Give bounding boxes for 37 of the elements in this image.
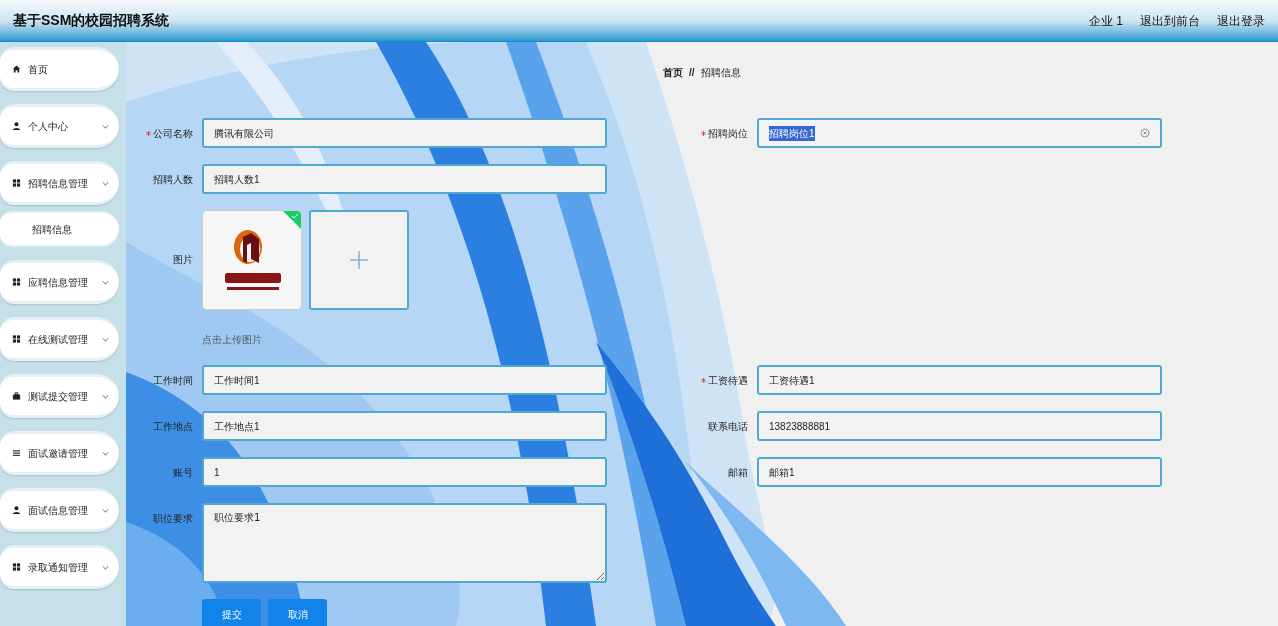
grid-icon: [12, 178, 21, 188]
home-icon: [12, 64, 21, 74]
input-field[interactable]: 招聘岗位1: [757, 118, 1162, 148]
menu-label: 个人中心: [28, 119, 69, 134]
menu-item[interactable]: 在线测试管理: [0, 317, 119, 361]
menu-label: 测试提交管理: [28, 389, 89, 404]
menu-item[interactable]: 面试信息管理: [0, 488, 119, 532]
menu-item[interactable]: 录取通知管理: [0, 545, 119, 589]
input-field[interactable]: 13823888881: [757, 411, 1162, 441]
briefcase-icon: [12, 391, 21, 401]
menu-item[interactable]: 个人中心: [0, 104, 119, 148]
menu-label: 面试信息管理: [28, 503, 89, 518]
menu-label: 首页: [28, 62, 49, 77]
clear-icon[interactable]: [1140, 128, 1150, 138]
app-title: 基于SSM的校园招聘系统: [13, 11, 170, 30]
menu-item[interactable]: 首页: [0, 47, 119, 91]
header-link[interactable]: 退出到前台: [1140, 11, 1200, 30]
menu-item[interactable]: 测试提交管理: [0, 374, 119, 418]
menu-item[interactable]: 应聘信息管理: [0, 260, 119, 304]
menu-item[interactable]: 招聘信息管理: [0, 161, 119, 205]
menu-label: 在线测试管理: [28, 332, 89, 347]
menu-label: 录取通知管理: [28, 560, 89, 575]
grid-icon: [12, 277, 21, 287]
header-link[interactable]: 退出登录: [1217, 11, 1265, 30]
user-icon: [12, 121, 21, 131]
grid-icon: [12, 334, 21, 344]
menu-label: 面试邀请管理: [28, 446, 89, 461]
grid-icon: [12, 562, 21, 572]
user-icon: [12, 505, 21, 515]
menu-label: 应聘信息管理: [28, 275, 89, 290]
input-field[interactable]: 工资待遇1: [757, 365, 1162, 395]
input-field[interactable]: 邮箱1: [757, 457, 1162, 487]
menu-item[interactable]: 面试邀请管理: [0, 431, 119, 475]
header-link[interactable]: 企业 1: [1089, 11, 1123, 30]
list-icon: [12, 448, 21, 458]
submenu-item[interactable]: 招聘信息: [0, 211, 119, 247]
menu-label: 招聘信息管理: [28, 176, 89, 191]
